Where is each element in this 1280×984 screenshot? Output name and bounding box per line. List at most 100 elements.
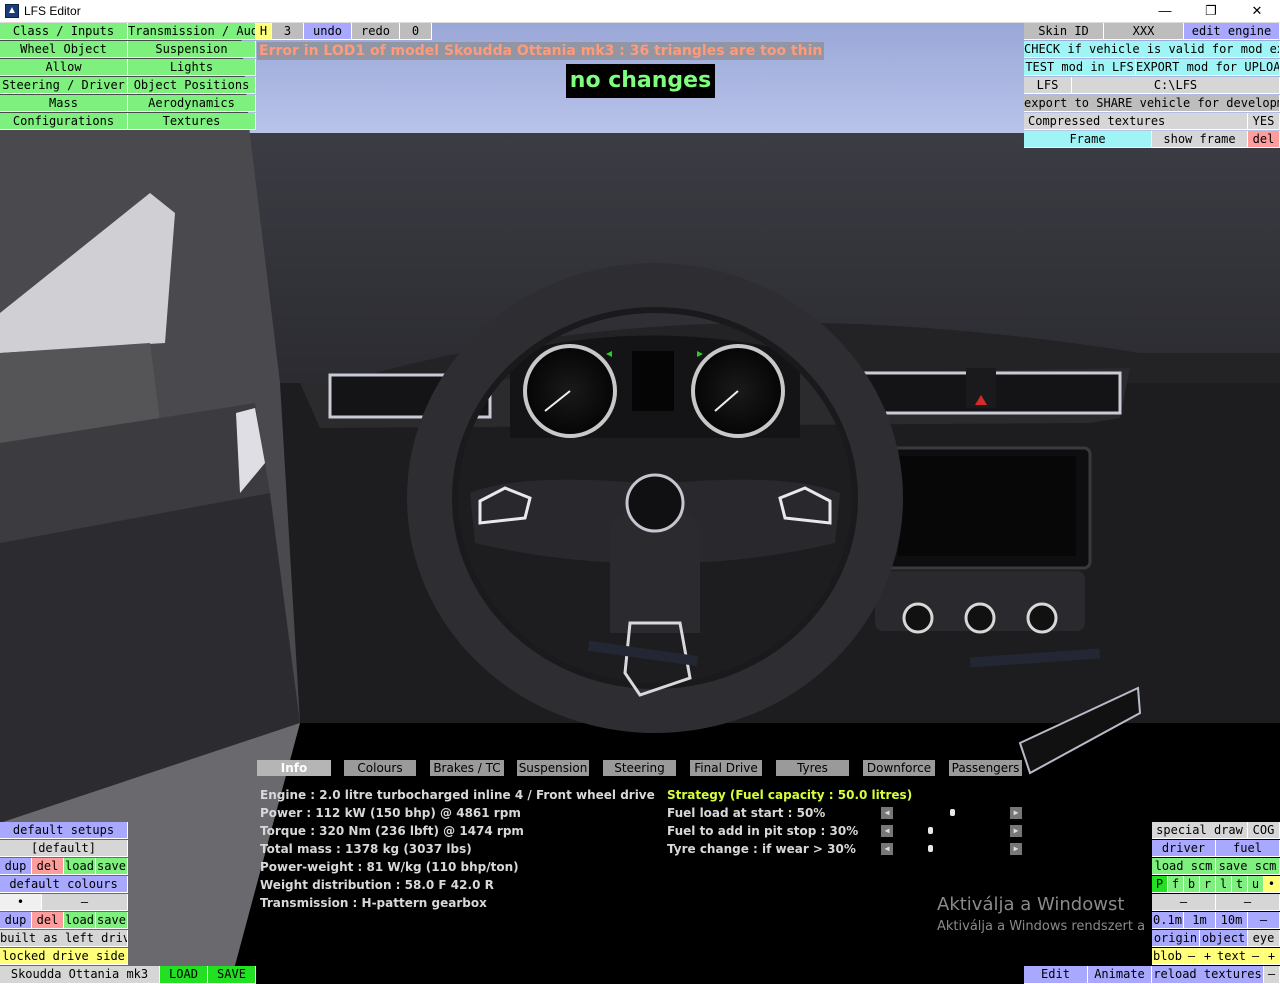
toggle-dot[interactable]: • — [1264, 876, 1280, 893]
menu-wheel-object[interactable]: Wheel Object — [0, 41, 128, 58]
text-plus-button[interactable]: + — [1264, 948, 1280, 965]
colour-del-button[interactable]: del — [32, 912, 64, 929]
edit-button[interactable]: Edit — [1024, 966, 1088, 984]
step-0-1m-button[interactable]: 0.1m — [1152, 912, 1184, 929]
compressed-textures-toggle[interactable]: YES — [1248, 113, 1280, 130]
menu-lights[interactable]: Lights — [128, 59, 256, 76]
load-button[interactable]: LOAD — [160, 966, 208, 984]
reload-textures-button[interactable]: reload textures — [1152, 966, 1264, 984]
tyre-change-increase-icon[interactable]: ▶ — [1010, 843, 1022, 855]
menu-textures[interactable]: Textures — [128, 113, 256, 130]
menu-configurations[interactable]: Configurations — [0, 113, 128, 130]
maximize-button[interactable]: ❐ — [1188, 0, 1234, 23]
driver-button[interactable]: driver — [1152, 840, 1216, 857]
tab-tyres[interactable]: Tyres — [776, 760, 849, 776]
toggle-f[interactable]: f — [1168, 876, 1184, 893]
fuel-load-slider[interactable] — [950, 809, 955, 816]
default-colours-button[interactable]: default colours — [0, 876, 128, 893]
menu-object-positions[interactable]: Object Positions — [128, 77, 256, 94]
blob-minus-button[interactable]: – — [1184, 948, 1200, 965]
h-button[interactable]: H — [256, 23, 272, 40]
tab-colours[interactable]: Colours — [344, 760, 416, 776]
eye-button[interactable]: eye — [1248, 930, 1280, 947]
fuel-button[interactable]: fuel — [1216, 840, 1280, 857]
animate-button[interactable]: Animate — [1088, 966, 1152, 984]
setup-load-button[interactable]: load — [64, 858, 96, 875]
redo-button[interactable]: redo — [352, 23, 400, 40]
built-left-drive-toggle[interactable]: built as left drive — [0, 930, 128, 947]
cog-button[interactable]: COG — [1248, 822, 1280, 839]
tab-downforce[interactable]: Downforce — [863, 760, 935, 776]
menu-suspension[interactable]: Suspension — [128, 41, 256, 58]
object-button[interactable]: object — [1200, 930, 1248, 947]
show-frame-button[interactable]: show frame — [1152, 131, 1248, 148]
colour-dot-button[interactable]: • — [0, 894, 42, 911]
toggle-l[interactable]: l — [1216, 876, 1232, 893]
fuel-pit-decrease-icon[interactable]: ◀ — [881, 825, 893, 837]
frame-delete-button[interactable]: del — [1248, 131, 1280, 148]
text-minus-button[interactable]: – — [1248, 948, 1264, 965]
tab-final-drive[interactable]: Final Drive — [690, 760, 762, 776]
fuel-load-decrease-icon[interactable]: ◀ — [881, 807, 893, 819]
step-minus-button[interactable]: – — [1248, 912, 1280, 929]
3d-viewport[interactable] — [0, 23, 1280, 984]
menu-mass[interactable]: Mass — [0, 95, 128, 112]
blob-plus-button[interactable]: + — [1200, 948, 1216, 965]
tyre-change-slider[interactable] — [928, 845, 934, 852]
edit-engine-button[interactable]: edit engine — [1184, 23, 1280, 40]
dash-button-1[interactable]: – — [1152, 894, 1216, 911]
step-10m-button[interactable]: 10m — [1216, 912, 1248, 929]
tyre-change-decrease-icon[interactable]: ◀ — [881, 843, 893, 855]
fuel-pit-increase-icon[interactable]: ▶ — [1010, 825, 1022, 837]
menu-aerodynamics[interactable]: Aerodynamics — [128, 95, 256, 112]
close-button[interactable]: ✕ — [1234, 0, 1280, 23]
fuel-load-label: Fuel load at start : 50% — [667, 806, 826, 820]
tab-steering[interactable]: Steering — [603, 760, 676, 776]
toggle-u[interactable]: u — [1248, 876, 1264, 893]
setup-del-button[interactable]: del — [32, 858, 64, 875]
check-valid-button[interactable]: CHECK if vehicle is valid for mod export — [1024, 41, 1280, 58]
save-button[interactable]: SAVE — [208, 966, 256, 984]
undo-button[interactable]: undo — [304, 23, 352, 40]
setup-dup-button[interactable]: dup — [0, 858, 32, 875]
toggle-t[interactable]: t — [1232, 876, 1248, 893]
default-setups-button[interactable]: default setups — [0, 822, 128, 839]
export-upload-button[interactable]: EXPORT mod for UPLOAD — [1136, 59, 1280, 76]
colour-load-button[interactable]: load — [64, 912, 96, 929]
toggle-p[interactable]: P — [1152, 876, 1168, 893]
special-draw-button[interactable]: special draw — [1152, 822, 1248, 839]
step-1m-button[interactable]: 1m — [1184, 912, 1216, 929]
text-button[interactable]: text — [1216, 948, 1248, 965]
minimize-button[interactable]: — — [1142, 0, 1188, 23]
menu-steering-driver[interactable]: Steering / Driver — [0, 77, 128, 94]
menu-allow[interactable]: Allow — [0, 59, 128, 76]
reload-minus-button[interactable]: – — [1264, 966, 1280, 984]
tab-info[interactable]: Info — [257, 760, 331, 776]
locked-drive-side-toggle[interactable]: locked drive side — [0, 948, 128, 965]
fuel-load-increase-icon[interactable]: ▶ — [1010, 807, 1022, 819]
setup-save-button[interactable]: save — [96, 858, 128, 875]
tab-suspension[interactable]: Suspension — [517, 760, 589, 776]
colour-dup-button[interactable]: dup — [0, 912, 32, 929]
toggle-r[interactable]: r — [1200, 876, 1216, 893]
origin-button[interactable]: origin — [1152, 930, 1200, 947]
frame-button[interactable]: Frame — [1024, 131, 1152, 148]
colour-save-button[interactable]: save — [96, 912, 128, 929]
colour-dash-button[interactable]: – — [42, 894, 128, 911]
blob-button[interactable]: blob — [1152, 948, 1184, 965]
export-share-button[interactable]: export to SHARE vehicle for development — [1024, 95, 1280, 112]
dash-button-2[interactable]: – — [1216, 894, 1280, 911]
setup-selector[interactable]: [default] — [0, 840, 128, 857]
lfs-path[interactable]: C:\LFS — [1072, 77, 1280, 94]
load-scm-button[interactable]: load scm — [1152, 858, 1216, 875]
tab-brakes-tc[interactable]: Brakes / TC — [430, 760, 504, 776]
save-scm-button[interactable]: save scm — [1216, 858, 1280, 875]
skin-id-value[interactable]: XXX — [1104, 23, 1184, 40]
tab-passengers[interactable]: Passengers — [949, 760, 1022, 776]
menu-transmission-audio[interactable]: Transmission / Audio — [128, 23, 256, 40]
test-mod-button[interactable]: TEST mod in LFS — [1024, 59, 1136, 76]
fuel-pit-slider[interactable] — [928, 827, 934, 834]
toggle-b[interactable]: b — [1184, 876, 1200, 893]
error-message: Error in LOD1 of model Skoudda Ottania m… — [257, 42, 825, 60]
menu-class-inputs[interactable]: Class / Inputs — [0, 23, 128, 40]
